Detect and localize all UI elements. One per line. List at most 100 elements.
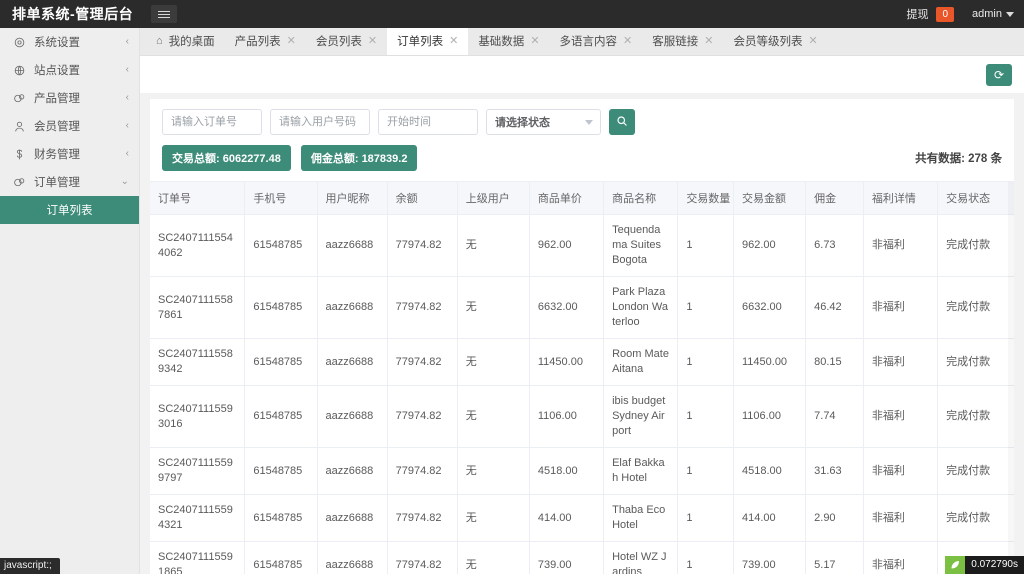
cell-commission: 6.73 — [805, 214, 864, 277]
withdraw-link[interactable]: 提现 — [906, 6, 928, 22]
total-count-label: 共有数据: 278 条 — [915, 153, 1002, 165]
cell-amount: 739.00 — [733, 541, 807, 574]
order-number-input[interactable] — [162, 109, 262, 135]
cell-parent-user: 无 — [457, 214, 530, 277]
cell-parent-user: 无 — [457, 494, 530, 542]
table-row[interactable]: SC24071115544062 61548785 aazz6688 77974.82… — [150, 214, 1014, 277]
chevron-left-icon: ‹ — [125, 64, 129, 75]
cell-status: 完成付款 — [937, 447, 1014, 495]
cell-amount: 4518.00 — [733, 447, 807, 495]
start-date-input[interactable] — [378, 109, 478, 135]
tab-label: 我的桌面 — [168, 36, 215, 48]
close-icon[interactable]: ✕ — [704, 35, 713, 47]
cell-unit-price: 1106.00 — [529, 385, 605, 448]
cell-nickname: aazz6688 — [317, 338, 388, 386]
cell-phone: 61548785 — [244, 214, 318, 277]
cell-parent-user: 无 — [457, 541, 530, 574]
cell-welfare-detail: 非福利 — [863, 494, 939, 542]
table-row[interactable]: SC24071115599797 61548785 aazz6688 77974.82… — [150, 447, 1014, 495]
sidebar-sub-label: 订单列表 — [46, 205, 93, 217]
admin-menu[interactable]: admin — [972, 8, 1014, 20]
cell-parent-user: 无 — [457, 385, 530, 448]
table-row[interactable]: SC24071115589342 61548785 aazz6688 77974.82… — [150, 338, 1014, 386]
cell-parent-user: 无 — [457, 447, 530, 495]
admin-label: admin — [972, 8, 1002, 20]
sidebar-item-order-management[interactable]: 订单管理 ⌄ — [0, 168, 139, 196]
sidebar-item-member-management[interactable]: 会员管理 ‹ — [0, 112, 139, 140]
orders-table-container[interactable]: 订单号 手机号 用户昵称 余额 上级用户 商品单价 商品名称 交易数量 交易金额… — [150, 181, 1014, 574]
table-row[interactable]: SC24071115587861 61548785 aazz6688 77974.82… — [150, 276, 1014, 339]
table-row[interactable]: SC24071115593016 61548785 aazz6688 77974.82… — [150, 385, 1014, 448]
cell-amount: 962.00 — [733, 214, 807, 277]
cell-phone: 61548785 — [244, 276, 318, 339]
column-header-quantity: 交易数量 — [677, 182, 734, 215]
cell-order-no: SC24071115544062 — [150, 214, 246, 277]
column-header-status: 交易状态 — [937, 182, 1014, 215]
cell-nickname: aazz6688 — [317, 276, 388, 339]
cell-phone: 61548785 — [244, 494, 318, 542]
sidebar-item-order-list[interactable]: 订单列表 — [0, 196, 139, 224]
content-area: ⌂ 我的桌面 产品列表 ✕ 会员列表 ✕ 订单列表 ✕ 基础数据 ✕ 多语言内容… — [140, 28, 1024, 574]
close-icon[interactable]: ✕ — [287, 35, 296, 47]
tab-my-desktop[interactable]: ⌂ 我的桌面 — [146, 28, 225, 55]
close-icon[interactable]: ✕ — [449, 35, 458, 47]
user-phone-input[interactable] — [270, 109, 370, 135]
refresh-button[interactable]: ⟳ — [986, 63, 1012, 86]
table-row[interactable]: SC24071115594321 61548785 aazz6688 77974.82… — [150, 494, 1014, 542]
column-header-balance: 余额 — [387, 182, 458, 215]
chevron-left-icon: ‹ — [125, 148, 129, 159]
table-vertical-scrollbar[interactable] — [1008, 182, 1014, 574]
tab-multilingual-content[interactable]: 多语言内容 ✕ — [550, 28, 643, 55]
cell-product-name: Elaf Bakkah Hotel — [603, 447, 679, 495]
tab-order-list[interactable]: 订单列表 ✕ — [387, 28, 469, 55]
sidebar-item-system-settings[interactable]: 系统设置 ‹ — [0, 28, 139, 56]
close-icon[interactable]: ✕ — [623, 35, 632, 47]
close-icon[interactable]: ✕ — [368, 35, 377, 47]
performance-indicator: 0.072790s — [945, 556, 1024, 574]
refresh-row: ⟳ — [140, 56, 1024, 93]
stats-row: 交易总额: 6062277.48 佣金总额: 187839.2 共有数据: 27… — [150, 143, 1014, 181]
tab-bar: ⌂ 我的桌面 产品列表 ✕ 会员列表 ✕ 订单列表 ✕ 基础数据 ✕ 多语言内容… — [140, 28, 1024, 56]
table-row[interactable]: SC24071115591865 61548785 aazz6688 77974.82… — [150, 541, 1014, 574]
status-select[interactable] — [486, 109, 601, 135]
tab-product-list[interactable]: 产品列表 ✕ — [225, 28, 306, 55]
cell-nickname: aazz6688 — [317, 385, 388, 448]
home-icon: ⌂ — [156, 35, 163, 47]
cell-phone: 61548785 — [244, 541, 318, 574]
cell-phone: 61548785 — [244, 447, 318, 495]
sidebar-item-finance-management[interactable]: 财务管理 ‹ — [0, 140, 139, 168]
tab-label: 基础数据 — [478, 36, 525, 48]
hamburger-icon[interactable] — [151, 5, 178, 23]
order-list-panel: 交易总额: 6062277.48 佣金总额: 187839.2 共有数据: 27… — [150, 99, 1014, 574]
transaction-total-badge: 交易总额: 6062277.48 — [162, 145, 291, 171]
leaf-icon — [945, 556, 966, 574]
cell-quantity: 1 — [677, 385, 734, 448]
cell-welfare-detail: 非福利 — [863, 214, 939, 277]
cell-welfare-detail: 非福利 — [863, 276, 939, 339]
cell-status: 完成付款 — [937, 276, 1014, 339]
table-body: SC24071115544062 61548785 aazz6688 77974.82… — [150, 214, 1014, 574]
column-header-unit-price: 商品单价 — [529, 182, 605, 215]
tab-support-link[interactable]: 客服链接 ✕ — [642, 28, 723, 55]
cell-unit-price: 739.00 — [529, 541, 605, 574]
sidebar-item-product-management[interactable]: 产品管理 ‹ — [0, 84, 139, 112]
cell-balance: 77974.82 — [387, 338, 458, 386]
close-icon[interactable]: ✕ — [530, 35, 539, 47]
cell-phone: 61548785 — [244, 385, 318, 448]
top-bar-right: 提现 0 admin — [906, 6, 1024, 22]
tab-label: 订单列表 — [397, 36, 444, 48]
hamburger-bars — [158, 9, 171, 20]
cell-quantity: 1 — [677, 214, 734, 277]
cell-status: 完成付款 — [937, 214, 1014, 277]
search-button[interactable] — [609, 109, 635, 135]
tab-member-list[interactable]: 会员列表 ✕ — [306, 28, 387, 55]
status-select-wrap — [486, 109, 601, 135]
sidebar-item-site-settings[interactable]: 站点设置 ‹ — [0, 56, 139, 84]
orders-table: 订单号 手机号 用户昵称 余额 上级用户 商品单价 商品名称 交易数量 交易金额… — [150, 182, 1014, 574]
tab-member-level-list[interactable]: 会员等级列表 ✕ — [723, 28, 827, 55]
close-icon[interactable]: ✕ — [808, 35, 817, 47]
cell-quantity: 1 — [677, 276, 734, 339]
tab-label: 客服链接 — [652, 36, 699, 48]
tab-basic-data[interactable]: 基础数据 ✕ — [468, 28, 549, 55]
cart-icon — [12, 175, 26, 189]
